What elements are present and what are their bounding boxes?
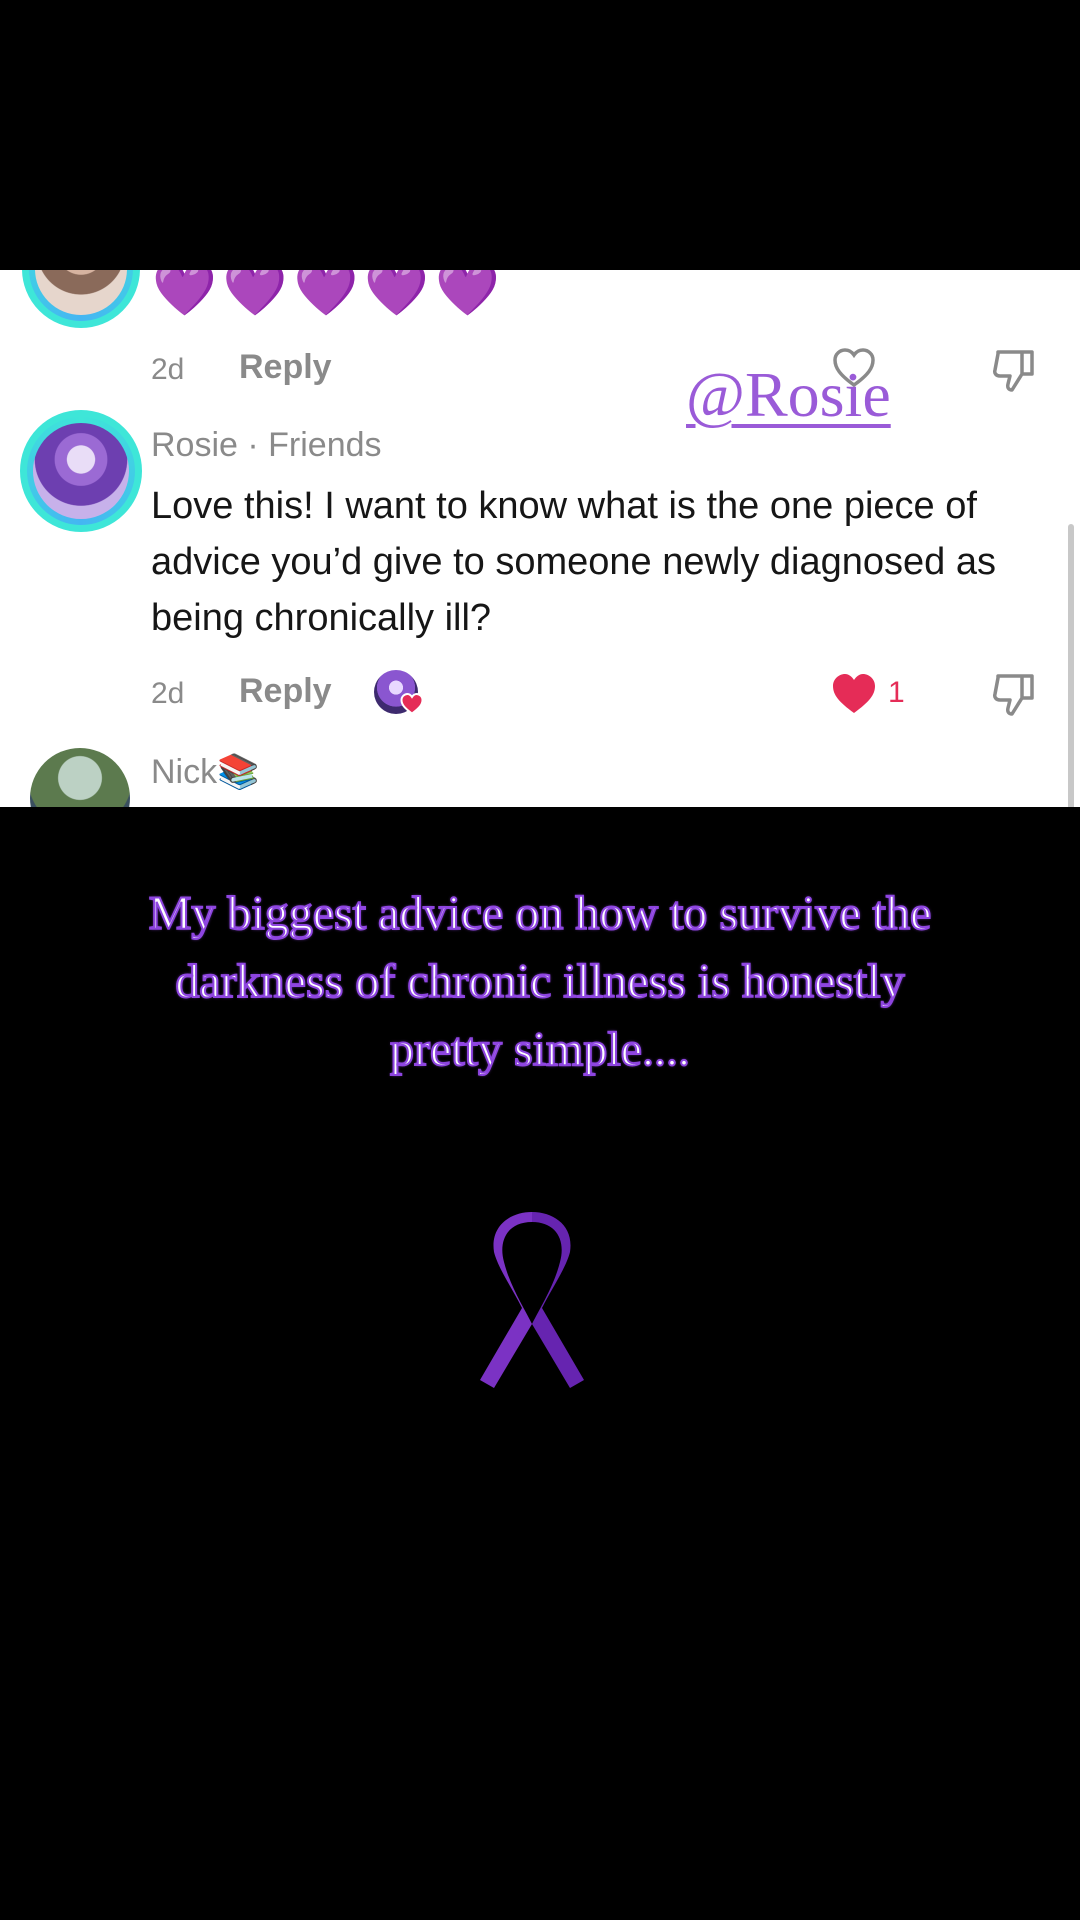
heart-filled-icon	[400, 692, 424, 715]
thumbs-down-icon[interactable]	[990, 346, 1038, 394]
scrollbar[interactable]	[1068, 524, 1074, 807]
video-caption: My biggest advice on how to survive the …	[148, 886, 933, 1077]
comment-time: 2d	[151, 353, 185, 386]
mention-overlay: @Rosie	[686, 359, 891, 430]
comment-time: 2d	[151, 677, 185, 710]
creator-liked-badge	[374, 670, 424, 718]
nick-avatar[interactable]	[30, 748, 130, 807]
like-count: 1	[888, 676, 905, 709]
thumbs-down-icon[interactable]	[990, 670, 1038, 718]
comment-username[interactable]: Nick📚	[151, 752, 259, 792]
comment-text: Love this! I want to know what is the on…	[151, 485, 996, 639]
reply-button[interactable]: Reply	[239, 672, 332, 711]
comments-panel: 💜 💜 💜 💜 💜 2d Reply @Rosie Rosie · Friend…	[0, 270, 1080, 807]
heart-filled-icon[interactable]	[830, 670, 878, 718]
reply-button[interactable]: Reply	[239, 348, 332, 387]
emoji-comment: 💜 💜 💜 💜 💜	[152, 270, 500, 319]
awareness-ribbon-icon	[480, 1212, 584, 1388]
comment-username[interactable]: Rosie · Friends	[151, 426, 382, 465]
rosie-avatar[interactable]	[20, 410, 142, 532]
commenter-avatar[interactable]	[22, 270, 140, 328]
